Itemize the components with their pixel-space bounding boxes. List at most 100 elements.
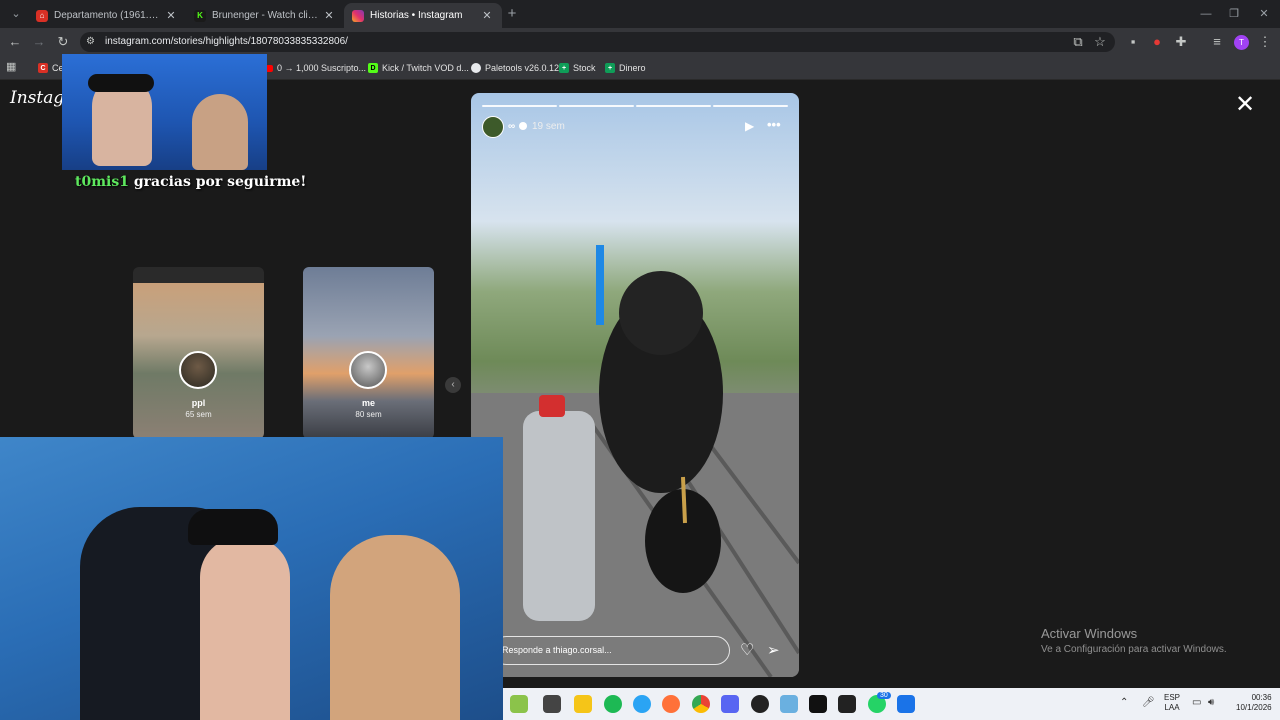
volume-icon[interactable]: 🔊︎: [1208, 697, 1214, 708]
follower-name: t0mis1: [75, 174, 129, 190]
url-text[interactable]: instagram.com/stories/highlights/1807803…: [105, 36, 348, 47]
previous-story-icon[interactable]: ‹: [445, 377, 461, 393]
extension-icon[interactable]: ▪: [1124, 33, 1142, 51]
highlight-name: ppl: [191, 398, 206, 408]
tiktok-icon[interactable]: [809, 695, 827, 713]
language-code: ESP: [1164, 693, 1181, 702]
tab-label: Departamento (1961.28 m²) en: [54, 10, 164, 21]
task-view-icon[interactable]: [543, 695, 561, 713]
like-heart-icon[interactable]: ♡: [740, 640, 754, 660]
tab-search-button[interactable]: ⌄: [2, 4, 30, 24]
send-icon[interactable]: ➢: [767, 641, 780, 659]
maximize-icon[interactable]: ❐: [1220, 4, 1248, 24]
install-app-icon[interactable]: ⧉: [1069, 33, 1087, 51]
story-progress-3: [636, 105, 711, 107]
bookmark-kick-vod[interactable]: D Kick / Twitch VOD d...: [368, 61, 469, 75]
keyboard-layout: LAA: [1164, 703, 1180, 712]
highlight-preview-me[interactable]: me 80 sem: [303, 267, 434, 439]
verified-icon: [519, 122, 527, 130]
tab-label: Historias • Instagram: [370, 10, 463, 21]
spotify-icon[interactable]: [604, 695, 622, 713]
widgets-icon[interactable]: [510, 695, 528, 713]
bookmark-star-icon[interactable]: ☆: [1091, 33, 1109, 51]
firefox-icon[interactable]: [662, 695, 680, 713]
chrome-icon[interactable]: [692, 695, 710, 713]
back-icon[interactable]: ←: [6, 33, 24, 51]
story-avatar[interactable]: [482, 116, 504, 138]
webcam-overlay-small: [62, 54, 267, 170]
sheets-icon: +: [559, 63, 569, 73]
youtube-icon: [266, 64, 273, 72]
tab-kick[interactable]: K Brunenger - Watch clips on Kick ✕: [186, 3, 344, 28]
extensions-puzzle-icon[interactable]: ✚: [1172, 33, 1190, 51]
taskbar-clock[interactable]: 00:36 10/1/2026: [1236, 693, 1272, 713]
kick-icon: D: [368, 63, 378, 73]
bookmark-stock[interactable]: + Stock: [559, 61, 596, 75]
apps-icon[interactable]: ▦: [6, 60, 16, 73]
bookmark-partial[interactable]: C Ce: [38, 61, 64, 75]
story-progress-1: [482, 105, 557, 107]
story-photo: [471, 245, 799, 677]
more-options-icon[interactable]: •••: [767, 117, 781, 132]
edge-icon[interactable]: [633, 695, 651, 713]
new-tab-button[interactable]: +: [498, 4, 526, 24]
close-window-icon[interactable]: ✕: [1250, 4, 1278, 24]
highlight-name: me: [361, 398, 375, 408]
forward-icon[interactable]: →: [30, 33, 48, 51]
bookmark-label: Paletools v26.0.12: [485, 63, 560, 73]
notification-badge: 30: [877, 692, 891, 699]
tray-chevron-icon[interactable]: ⌃: [1120, 697, 1128, 708]
reload-icon[interactable]: ↻: [54, 33, 72, 51]
network-icon[interactable]: ▭: [1192, 697, 1201, 708]
bookmark-youtube[interactable]: 0 → 1,000 Suscripto...: [266, 61, 366, 75]
clock-time: 00:36: [1251, 693, 1272, 702]
thermos-cap: [539, 395, 565, 417]
webcam-overlay-main: [0, 437, 503, 720]
activate-windows-title: Activar Windows: [1041, 626, 1138, 641]
story-username[interactable]: ∞: [508, 121, 515, 132]
media-control-icon[interactable]: ≡: [1208, 33, 1226, 51]
close-tab-icon[interactable]: ✕: [164, 9, 178, 22]
cap: [88, 74, 154, 92]
record-extension-icon[interactable]: ●: [1148, 33, 1166, 51]
highlight-preview-ppl[interactable]: ppl 65 sem: [133, 267, 264, 439]
follow-alert: t0mis1 gracias por seguirme!: [75, 174, 306, 190]
file-explorer-icon[interactable]: [574, 695, 592, 713]
profile-avatar[interactable]: T: [1234, 35, 1249, 50]
microphone-icon[interactable]: 🎤︎: [1142, 697, 1155, 708]
minimize-icon[interactable]: —: [1192, 4, 1220, 24]
bookmark-paletools[interactable]: Paletools v26.0.12: [471, 61, 559, 75]
person-figure: [192, 94, 248, 170]
story-time: 19 sem: [532, 121, 565, 132]
bookmark-label: Kick / Twitch VOD d...: [382, 63, 469, 73]
app-window-icon[interactable]: [780, 695, 798, 713]
menu-icon[interactable]: ⋮: [1256, 33, 1274, 51]
reply-placeholder: Responde a thiago.corsal...: [502, 645, 612, 655]
clock-date: 10/1/2026: [1236, 703, 1272, 712]
bookmark-label: Stock: [573, 63, 596, 73]
avatar: [179, 351, 217, 389]
highlight-time: 65 sem: [185, 410, 212, 419]
tab-instagram[interactable]: Historias • Instagram ✕: [344, 3, 502, 28]
story-viewer[interactable]: [471, 93, 799, 677]
play-icon[interactable]: ▶: [745, 119, 754, 133]
playground-pole: [596, 245, 604, 325]
globe-icon: [471, 63, 481, 73]
close-story-icon[interactable]: ✕: [1234, 93, 1256, 117]
remote-app-icon[interactable]: [897, 695, 915, 713]
activate-windows-subtitle: Ve a Configuración para activar Windows.: [1041, 644, 1227, 655]
language-indicator[interactable]: ESP LAA: [1164, 693, 1180, 713]
obs-icon[interactable]: [751, 695, 769, 713]
discord-icon[interactable]: [721, 695, 739, 713]
close-tab-icon[interactable]: ✕: [480, 9, 494, 22]
close-tab-icon[interactable]: ✕: [322, 9, 336, 22]
thermos: [523, 411, 595, 621]
story-progress-2: [559, 105, 634, 107]
site-info-icon[interactable]: ⚙: [86, 36, 95, 47]
bookmark-label: 0 → 1,000 Suscripto...: [277, 63, 367, 73]
bookmark-dinero[interactable]: + Dinero: [605, 61, 646, 75]
tab-departamento[interactable]: ⌂ Departamento (1961.28 m²) en ✕: [28, 3, 186, 28]
dog-head: [619, 271, 703, 355]
capcut-icon[interactable]: [838, 695, 856, 713]
highlight-time: 80 sem: [355, 410, 382, 419]
